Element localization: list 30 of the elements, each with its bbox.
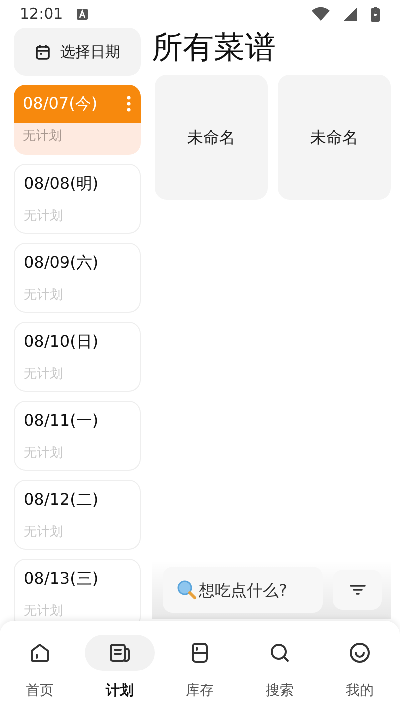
smiley-icon [348,641,372,665]
nav-tab[interactable]: 首页 [0,635,80,702]
nav-tab[interactable]: 计划 [80,635,160,702]
page-title: 所有菜谱 [152,29,277,68]
day-date: 08/07(今) [23,93,98,115]
recipe-card[interactable]: 未命名 [278,75,391,200]
day-date: 08/10(日) [24,331,99,353]
notebook-icon [108,641,132,665]
search-field[interactable]: 想吃点什么? [163,567,323,613]
wifi-icon [312,7,330,21]
notification-icon [77,8,88,20]
day-plan: 无计划 [22,128,63,146]
home-icon [28,641,52,665]
filter-icon [350,584,366,596]
day-date: 08/13(三) [24,568,99,590]
day-date: 08/08(明) [24,173,99,195]
day-date: 08/09(六) [24,252,99,274]
nav-tab[interactable]: 库存 [160,635,240,702]
nav-tab[interactable]: 搜索 [240,635,320,702]
signal-icon [344,8,357,20]
calendar-icon [34,44,50,60]
status-time: 12:01 [20,4,64,25]
search-icon [268,641,292,665]
select-date-button[interactable]: 选择日期 [14,28,141,76]
battery-icon [371,6,380,22]
recipe-card[interactable]: 未命名 [155,75,268,200]
day-date: 08/11(一) [24,410,99,432]
magnifier-icon [177,580,197,600]
day-date: 08/12(二) [24,489,99,511]
nav-tab[interactable]: 我的 [320,635,400,702]
